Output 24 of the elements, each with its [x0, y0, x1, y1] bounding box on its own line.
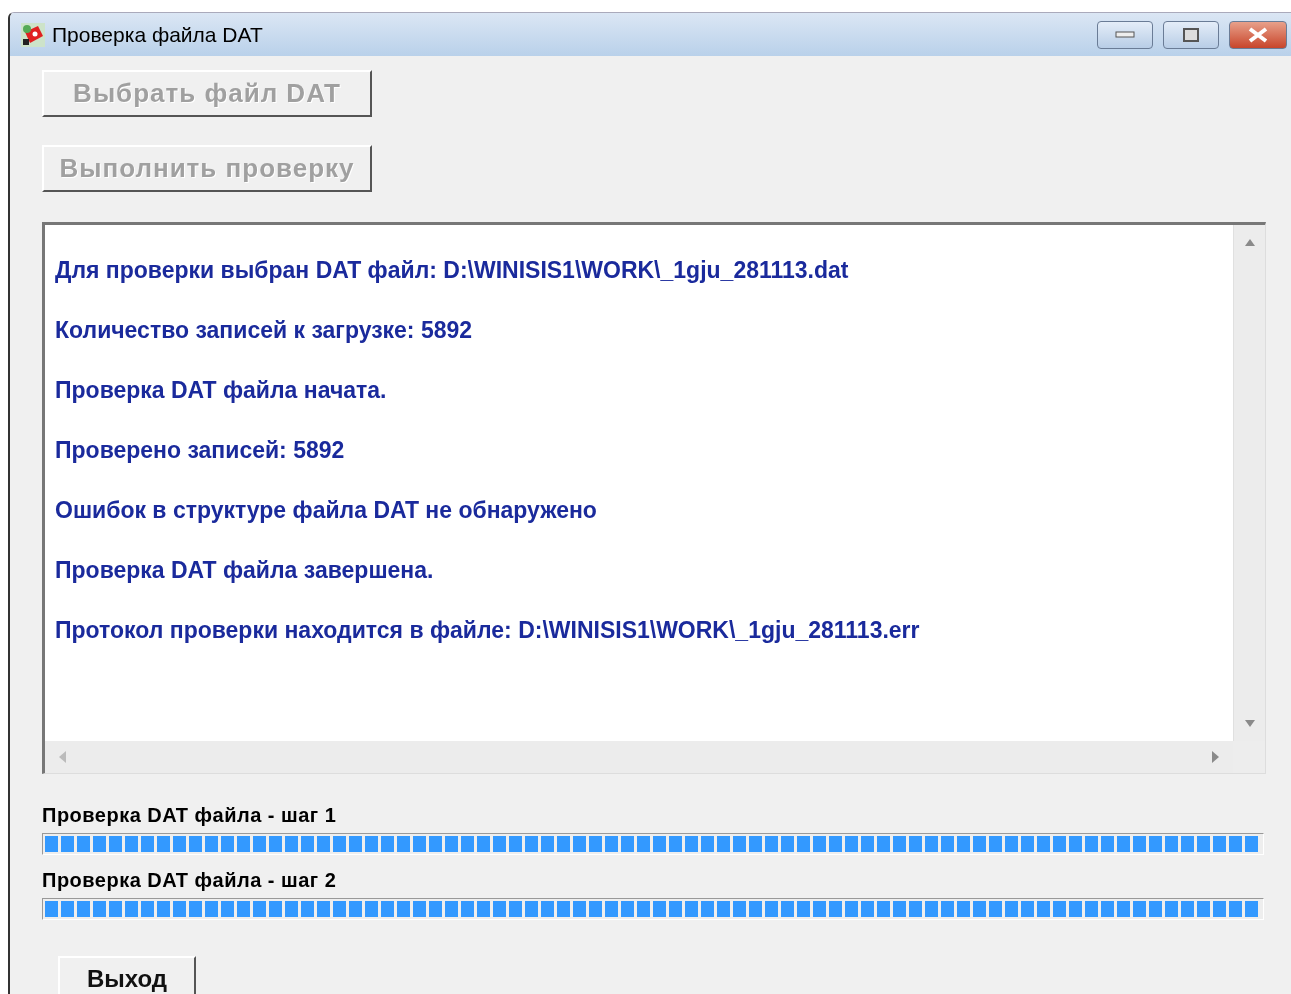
maximize-button[interactable]: [1163, 20, 1219, 49]
vertical-scrollbar[interactable]: [1233, 225, 1265, 741]
horizontal-scrollbar[interactable]: [45, 741, 1233, 773]
close-button[interactable]: [1229, 20, 1287, 49]
log-line: Протокол проверки находится в файле: D:\WINISIS1\WORK\_1gju_281113.err: [55, 617, 921, 644]
log-line: Проверено записей: 5892: [55, 437, 346, 464]
log-line: Ошибок в структуре файла DAT не обнаружено: [55, 497, 598, 524]
window-title: Проверка файла DAT: [52, 22, 264, 47]
close-icon: [1247, 26, 1269, 43]
minimize-button[interactable]: [1097, 20, 1153, 49]
scroll-left-icon[interactable]: [57, 750, 67, 764]
maximize-icon: [1183, 27, 1199, 42]
progress-label: Проверка DAT файла - шаг 2: [42, 869, 338, 892]
log-line: Для проверки выбран DAT файл: D:\WINISIS1\WORK\_1gju_281113.dat: [55, 257, 850, 284]
exit-button[interactable]: Выход: [58, 956, 196, 994]
minimize-icon: [1115, 30, 1135, 39]
log-line: Проверка DAT файла начата.: [55, 377, 388, 404]
log-line: Количество записей к загрузке: 5892: [55, 317, 474, 344]
progress-label: Проверка DAT файла - шаг 1: [42, 804, 338, 827]
scroll-right-icon[interactable]: [1211, 750, 1221, 764]
scroll-down-icon[interactable]: [1243, 719, 1256, 729]
log-line: Проверка DAT файла завершена.: [55, 557, 435, 584]
app-icon: [20, 21, 46, 48]
scroll-up-icon[interactable]: [1243, 237, 1256, 247]
